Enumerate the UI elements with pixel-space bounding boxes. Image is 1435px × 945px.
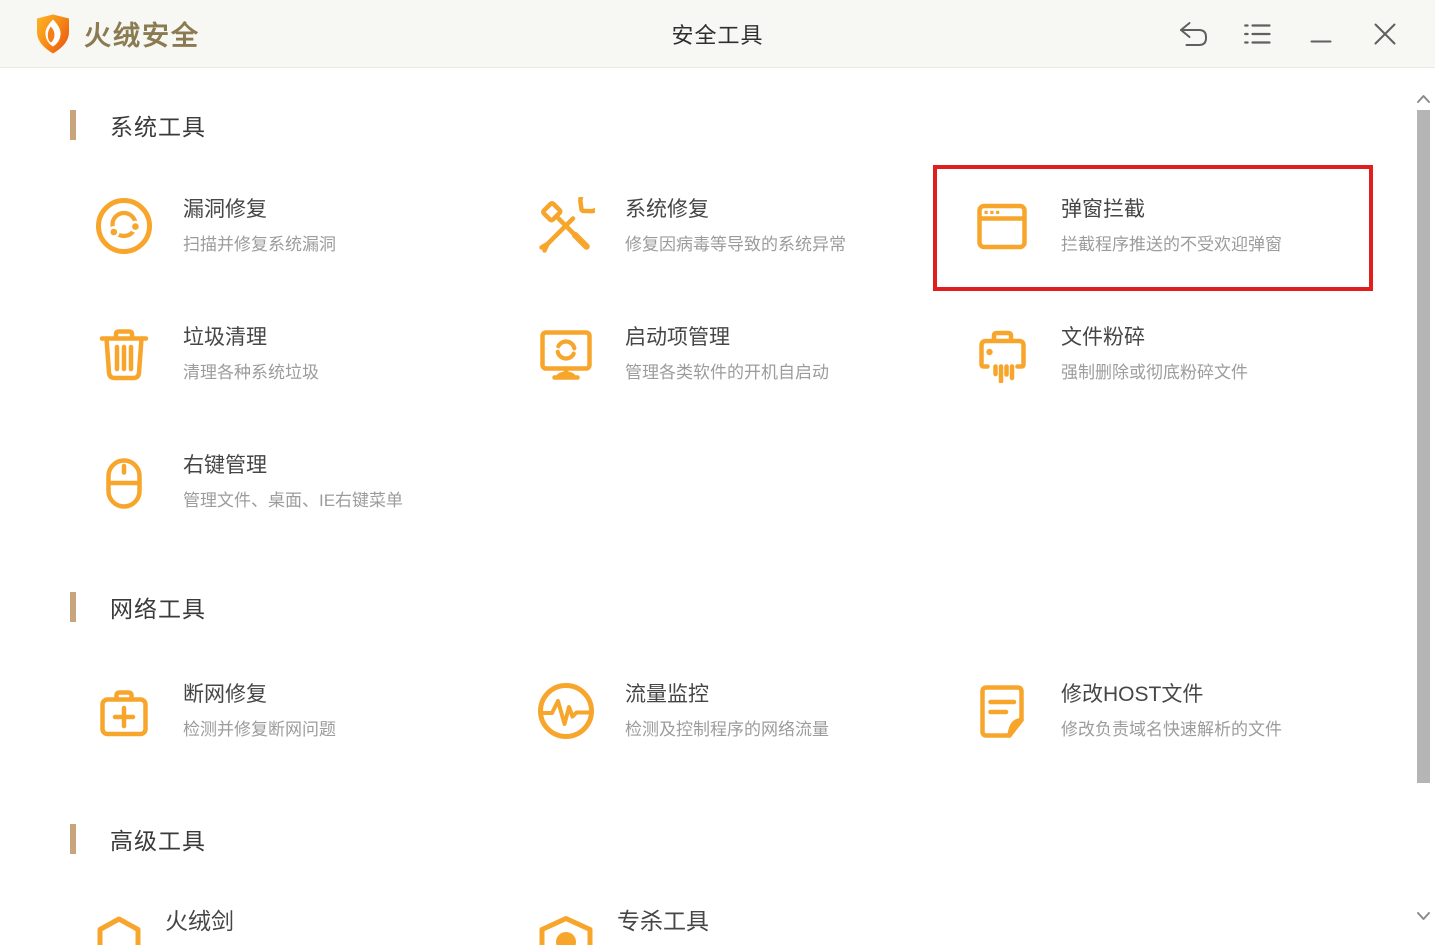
tool-name: 修改HOST文件	[1061, 682, 1204, 706]
tool-desc: 修复因病毒等导致的系统异常	[625, 234, 846, 254]
brand: 火绒安全	[0, 13, 200, 55]
startup-manager-icon	[537, 325, 595, 383]
section-accent-bar	[70, 824, 76, 854]
list-menu-icon	[1243, 23, 1271, 45]
tool-traffic-monitor[interactable]: 流量监控 检测及控制程序的网络流量	[537, 647, 973, 775]
popup-block-icon	[973, 197, 1031, 255]
tool-file-shredder[interactable]: 文件粉碎 强制删除或彻底粉碎文件	[973, 290, 1435, 418]
tools-grid: 火绒剑 专杀工具	[0, 905, 1435, 945]
tool-name: 漏洞修复	[183, 197, 267, 221]
tool-desc: 强制删除或彻底粉碎文件	[1061, 362, 1248, 382]
tool-name: 系统修复	[625, 197, 709, 221]
scrollbar[interactable]	[1414, 68, 1432, 945]
minimize-icon	[1310, 23, 1332, 45]
network-repair-icon	[95, 682, 153, 740]
tool-name: 弹窗拦截	[1061, 197, 1145, 221]
file-shredder-icon	[973, 325, 1031, 383]
section-title: 网络工具	[110, 596, 206, 622]
system-repair-icon	[537, 197, 595, 255]
tool-startup-manager[interactable]: 启动项管理 管理各类软件的开机自启动	[537, 290, 973, 418]
window-title: 安全工具	[671, 22, 764, 48]
section-accent-bar	[70, 110, 76, 140]
tool-desc: 修改负责域名快速解析的文件	[1061, 719, 1282, 739]
tool-name: 垃圾清理	[183, 325, 267, 349]
section-title: 系统工具	[110, 114, 206, 140]
tool-name: 右键管理	[183, 453, 267, 477]
tool-popup-block[interactable]: 弹窗拦截 拦截程序推送的不受欢迎弹窗	[973, 162, 1435, 290]
tool-junk-clean[interactable]: 垃圾清理 清理各种系统垃圾	[95, 290, 537, 418]
scroll-down-icon[interactable]	[1416, 908, 1431, 926]
killer-shield-icon	[537, 905, 595, 945]
scroll-up-icon[interactable]	[1416, 91, 1431, 109]
tool-name: 启动项管理	[625, 325, 730, 349]
tools-grid: 漏洞修复 扫描并修复系统漏洞 系统修复 修复因病毒等导致的系统异常 弹窗拦截 拦…	[0, 162, 1435, 546]
tool-vulnerability-fix[interactable]: 漏洞修复 扫描并修复系统漏洞	[95, 162, 537, 290]
minimize-button[interactable]	[1289, 0, 1353, 68]
tool-name: 流量监控	[625, 682, 709, 706]
section-header: 系统工具	[70, 110, 1435, 140]
section-system-tools: 系统工具 漏洞修复 扫描并修复系统漏洞 系统修复 修复因病毒等导致的系统异常 弹…	[0, 110, 1435, 546]
tool-killer-tools[interactable]: 专杀工具	[537, 905, 973, 945]
tool-name: 文件粉碎	[1061, 325, 1145, 349]
close-icon	[1373, 22, 1397, 46]
menu-button[interactable]	[1225, 0, 1289, 68]
close-button[interactable]	[1353, 0, 1417, 68]
sword-shield-icon	[95, 905, 143, 945]
tool-name: 火绒剑	[165, 908, 234, 934]
section-header: 网络工具	[70, 592, 1435, 622]
mouse-right-click-icon	[95, 453, 153, 511]
tool-name: 专杀工具	[617, 908, 709, 934]
brand-name: 火绒安全	[84, 21, 200, 51]
tool-desc: 管理各类软件的开机自启动	[625, 362, 829, 382]
tools-page: 系统工具 漏洞修复 扫描并修复系统漏洞 系统修复 修复因病毒等导致的系统异常 弹…	[0, 68, 1435, 945]
window-controls	[1161, 0, 1435, 67]
tool-system-repair[interactable]: 系统修复 修复因病毒等导致的系统异常	[537, 162, 973, 290]
tool-network-repair[interactable]: 断网修复 检测并修复断网问题	[95, 647, 537, 775]
section-network-tools: 网络工具 断网修复 检测并修复断网问题 流量监控 检测及控制程序的网络流量 修改…	[0, 592, 1435, 775]
vulnerability-fix-icon	[95, 197, 153, 255]
junk-clean-icon	[95, 325, 153, 383]
section-advanced-tools: 高级工具 火绒剑 专杀工具	[0, 824, 1435, 945]
scrollbar-thumb[interactable]	[1417, 110, 1430, 783]
tool-host-file[interactable]: 修改HOST文件 修改负责域名快速解析的文件	[973, 647, 1435, 775]
tools-grid: 断网修复 检测并修复断网问题 流量监控 检测及控制程序的网络流量 修改HOST文…	[0, 647, 1435, 775]
back-button[interactable]	[1161, 0, 1225, 68]
host-file-icon	[973, 682, 1031, 740]
tool-desc: 检测及控制程序的网络流量	[625, 719, 829, 739]
traffic-monitor-icon	[537, 682, 595, 740]
tool-desc: 检测并修复断网问题	[183, 719, 336, 739]
section-header: 高级工具	[70, 824, 1435, 854]
tool-desc: 拦截程序推送的不受欢迎弹窗	[1061, 234, 1282, 254]
tool-huorong-sword[interactable]: 火绒剑	[95, 905, 537, 945]
tool-desc: 扫描并修复系统漏洞	[183, 234, 336, 254]
tool-desc: 管理文件、桌面、IE右键菜单	[183, 490, 404, 510]
tool-desc: 清理各种系统垃圾	[183, 362, 319, 382]
tool-context-menu-manager[interactable]: 右键管理 管理文件、桌面、IE右键菜单	[95, 418, 537, 546]
titlebar: 火绒安全 安全工具	[0, 0, 1435, 68]
section-accent-bar	[70, 592, 76, 622]
section-title: 高级工具	[110, 828, 206, 854]
back-icon	[1178, 20, 1208, 47]
tool-name: 断网修复	[183, 682, 267, 706]
brand-logo-icon	[37, 14, 69, 53]
